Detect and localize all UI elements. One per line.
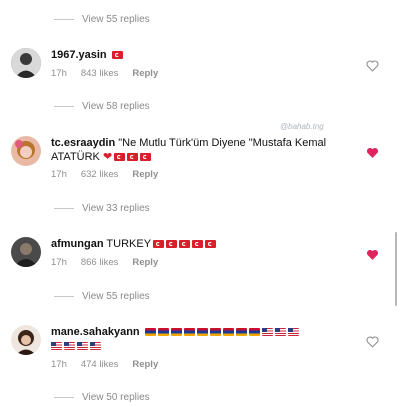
heart-outline-icon[interactable] (366, 60, 379, 72)
comment-text: 1967.yasin (51, 48, 341, 62)
view-replies-label: View 33 replies (82, 202, 150, 214)
comment-username[interactable]: 1967.yasin (51, 49, 107, 61)
armenia-flag-emoji (144, 328, 156, 336)
replies-divider (54, 18, 74, 20)
avatar[interactable] (11, 48, 41, 78)
comment-likes[interactable]: 474 likes (81, 359, 119, 370)
comment-likes[interactable]: 632 likes (81, 169, 119, 180)
turkey-flag-emoji (166, 240, 178, 248)
armenia-flag-emoji (170, 328, 182, 336)
comment-meta: 17h 866 likes Reply (51, 257, 158, 268)
comment-meta: 17h 843 likes Reply (51, 68, 158, 79)
heart-filled-icon[interactable] (366, 147, 379, 159)
view-replies-link[interactable]: View 33 replies (54, 198, 150, 218)
scrollbar-thumb[interactable] (395, 232, 397, 306)
view-replies-link[interactable]: View 50 replies (54, 387, 150, 407)
turkey-flag-emoji (153, 240, 165, 248)
comment-time: 17h (51, 359, 67, 370)
view-replies-label: View 55 replies (82, 290, 150, 302)
avatar[interactable] (11, 136, 41, 166)
replies-divider (54, 207, 74, 209)
comment-time: 17h (51, 257, 67, 268)
armenia-flag-emoji (157, 328, 169, 336)
turkey-flag-emoji (179, 240, 191, 248)
comment-meta: 17h 632 likes Reply (51, 169, 158, 180)
comment-time: 17h (51, 68, 67, 79)
avatar-image (11, 136, 41, 166)
avatar[interactable] (11, 325, 41, 355)
armenia-flag-emoji (248, 328, 260, 336)
comment-meta: 17h 474 likes Reply (51, 359, 158, 370)
comment-text: mane.sahakyann (51, 325, 341, 353)
turkey-flag-emoji (114, 153, 126, 161)
view-replies-link[interactable]: View 55 replies (54, 9, 150, 29)
comment-text: afmungan TURKEY (51, 237, 341, 251)
comment-username[interactable]: mane.sahakyann (51, 326, 140, 338)
usa-flag-emoji (90, 342, 101, 350)
view-replies-label: View 50 replies (82, 391, 150, 403)
turkey-flag-emoji (127, 153, 139, 161)
usa-flag-emoji (51, 342, 62, 350)
turkey-flag-emoji (111, 51, 123, 59)
armenia-flag-emoji (222, 328, 234, 336)
comment-text: tc.esraaydin "Ne Mutlu Türk'üm Diyene "M… (51, 136, 341, 164)
comment-likes[interactable]: 843 likes (81, 68, 119, 79)
replies-divider (54, 396, 74, 398)
reply-button[interactable]: Reply (132, 169, 158, 180)
avatar-image (11, 325, 41, 355)
usa-flag-emoji (261, 328, 273, 336)
usa-flag-emoji (64, 342, 75, 350)
comment-username[interactable]: tc.esraaydin (51, 137, 115, 149)
turkey-flag-emoji (140, 153, 152, 161)
red-heart-emoji: ❤ (102, 151, 113, 163)
reply-button[interactable]: Reply (132, 257, 158, 268)
watermark: @bahab.tng (280, 122, 324, 131)
view-replies-link[interactable]: View 55 replies (54, 286, 150, 306)
replies-divider (54, 105, 74, 107)
armenia-flag-emoji (235, 328, 247, 336)
turkey-flag-emoji (192, 240, 204, 248)
avatar-image (11, 48, 41, 78)
comment-message: TURKEY (106, 238, 152, 250)
view-replies-label: View 58 replies (82, 100, 150, 112)
reply-button[interactable]: Reply (132, 68, 158, 79)
avatar[interactable] (11, 237, 41, 267)
comment-username[interactable]: afmungan (51, 238, 104, 250)
heart-filled-icon[interactable] (366, 249, 379, 261)
usa-flag-emoji (77, 342, 88, 350)
heart-outline-icon[interactable] (366, 336, 379, 348)
armenia-flag-emoji (196, 328, 208, 336)
view-replies-link[interactable]: View 58 replies (54, 96, 150, 116)
armenia-flag-emoji (183, 328, 195, 336)
comment-likes[interactable]: 866 likes (81, 257, 119, 268)
turkey-flag-emoji (205, 240, 217, 248)
avatar-image (11, 237, 41, 267)
view-replies-label: View 55 replies (82, 13, 150, 25)
usa-flag-emoji (287, 328, 299, 336)
usa-flag-emoji (274, 328, 286, 336)
reply-button[interactable]: Reply (132, 359, 158, 370)
comment-time: 17h (51, 169, 67, 180)
armenia-flag-emoji (209, 328, 221, 336)
replies-divider (54, 295, 74, 297)
